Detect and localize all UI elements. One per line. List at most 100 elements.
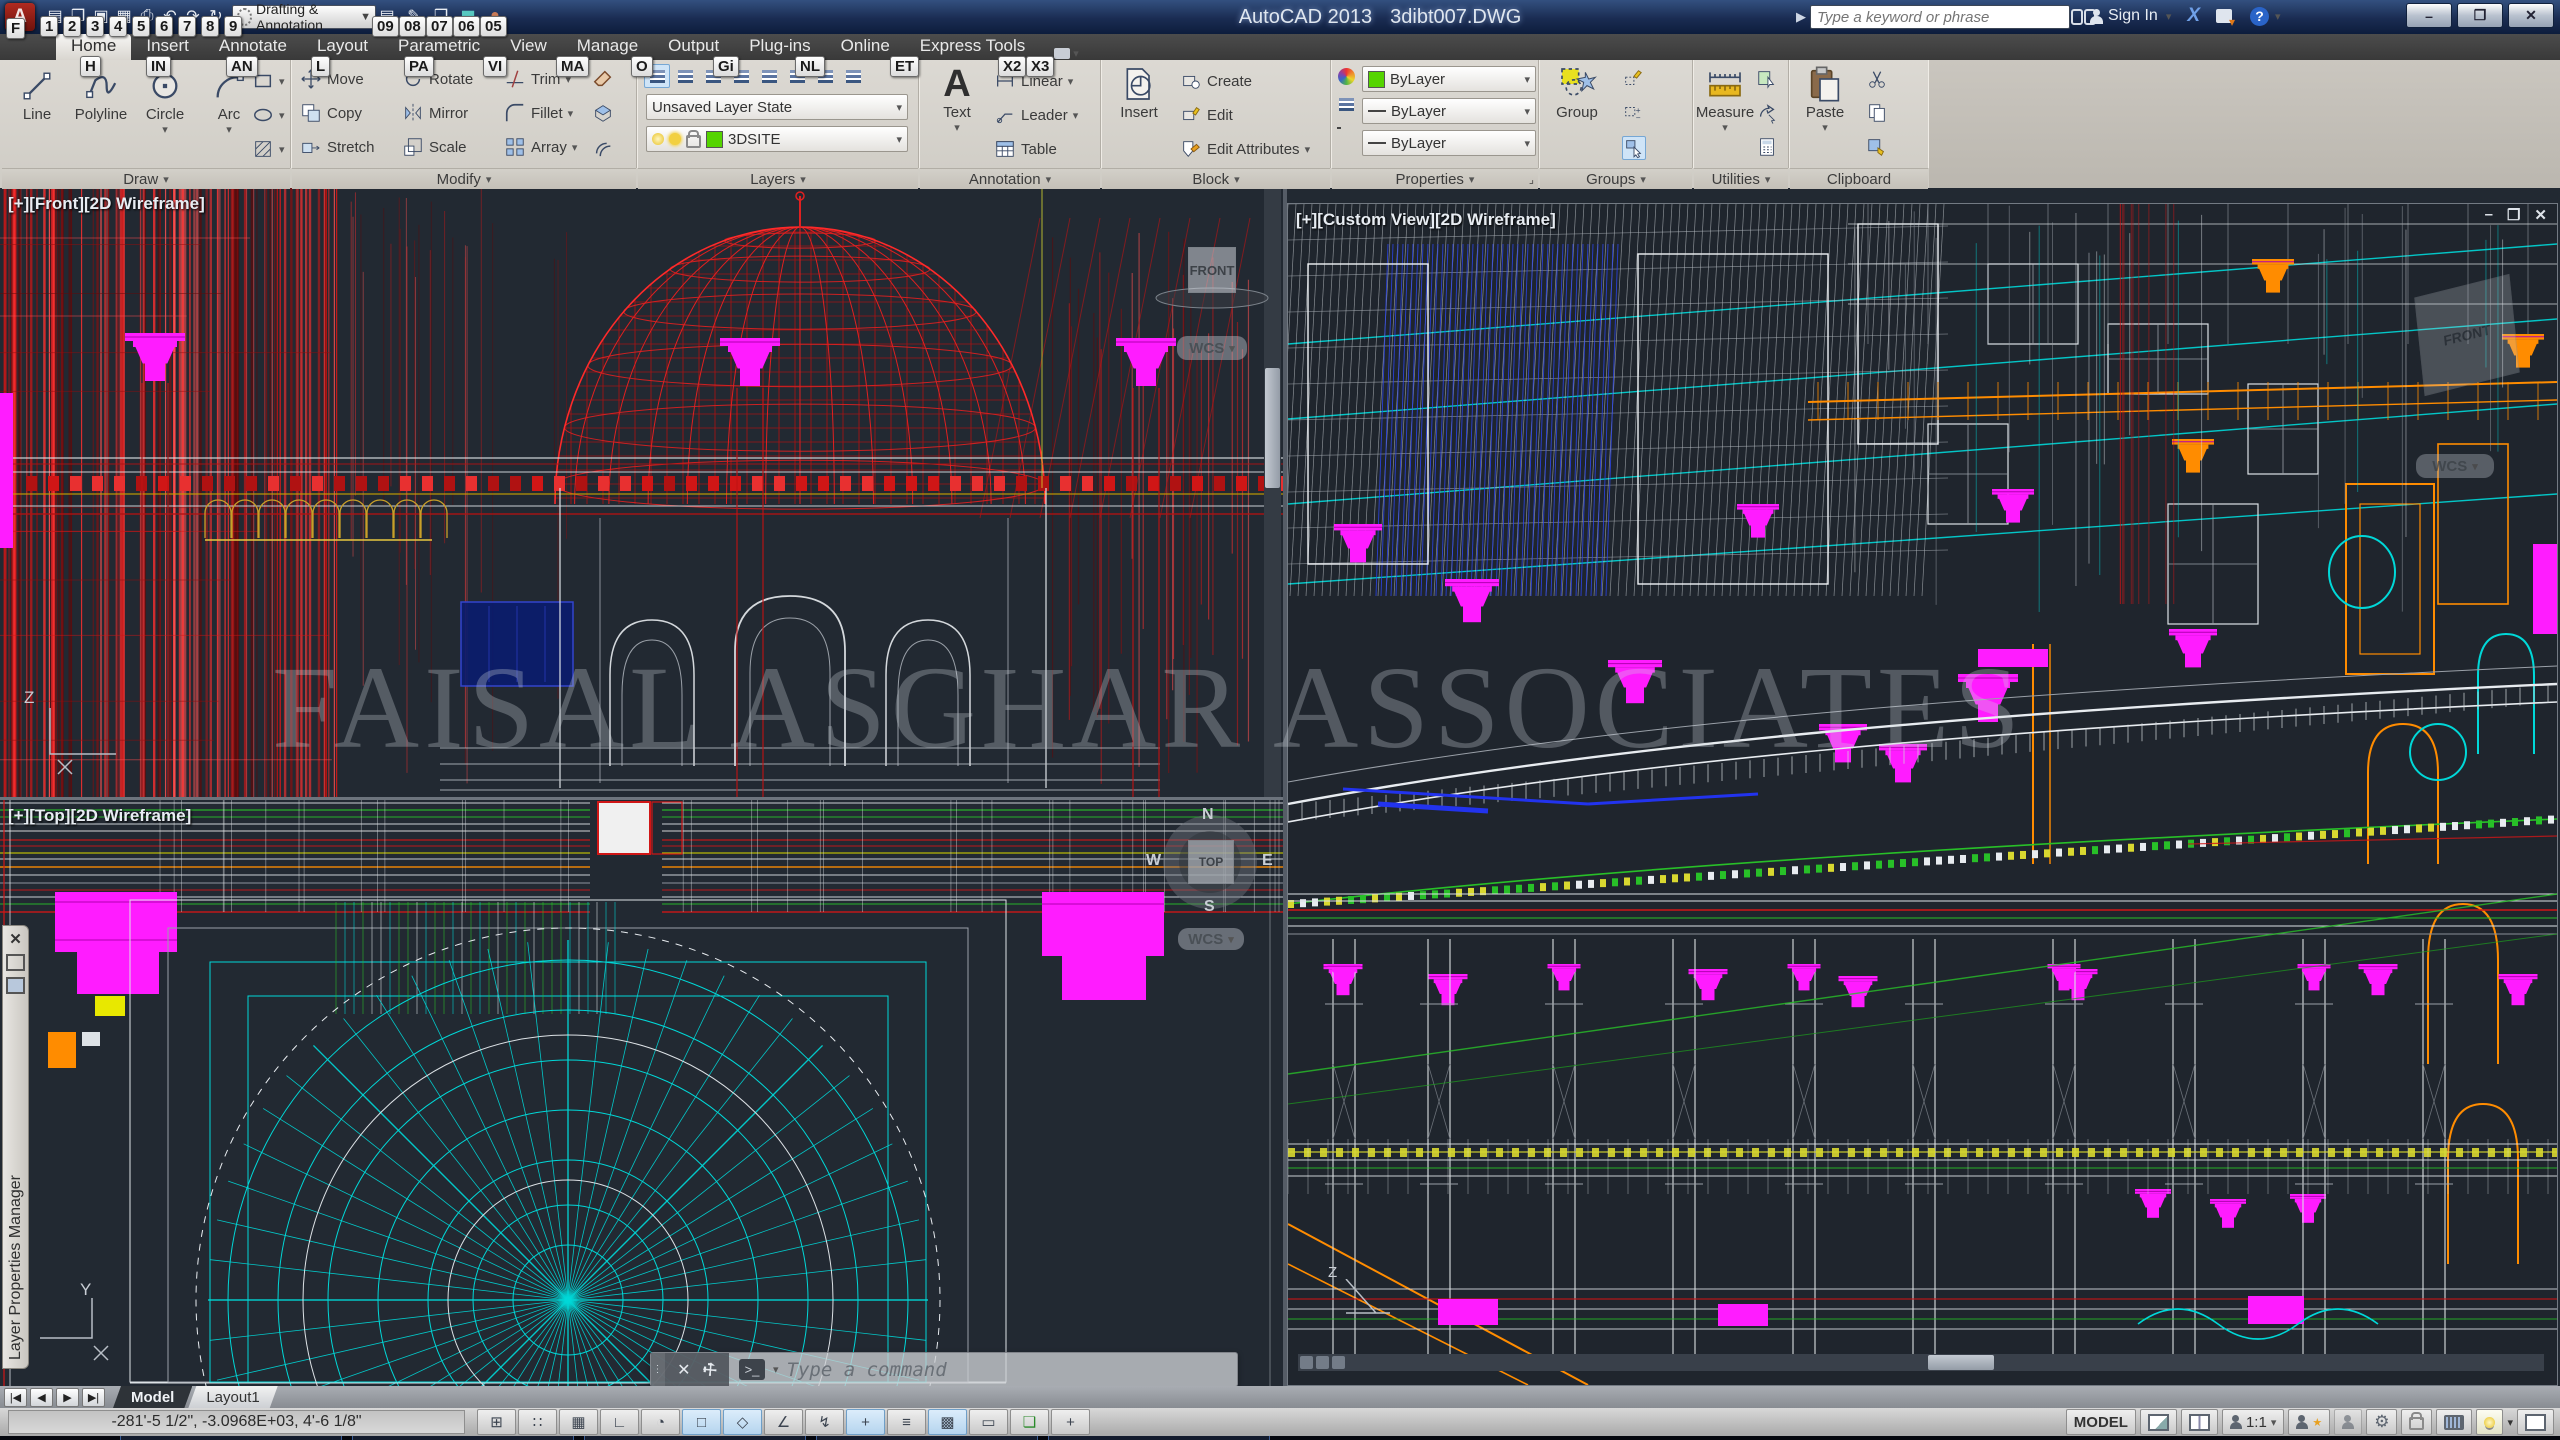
last-tab-button[interactable]: ▶| [82,1388,105,1407]
communication-center-icon[interactable] [2216,9,2232,23]
doc-minimize-button[interactable]: – [2485,206,2493,224]
chevron-down-icon[interactable]: ▾ [896,101,902,114]
lock-ui-button[interactable] [2401,1409,2432,1435]
viewcube-front[interactable]: FRONT [1188,247,1236,293]
scrollbar-thumb[interactable] [1928,1355,1994,1370]
cut-button[interactable] [1866,68,1888,90]
sign-in-area[interactable]: Sign In ▾ X ? ▾ [2090,5,2281,27]
insert-block-button[interactable]: Insert [1108,64,1170,121]
compass-n[interactable]: N [1202,806,1214,824]
viewport-front-label[interactable]: [+][Front][2D Wireframe] [8,194,205,214]
help-icon[interactable]: ? [2250,7,2269,26]
offset-button[interactable] [592,136,614,158]
viewport-splitter-horizontal[interactable] [0,797,1285,800]
auto-annotation-scale-button[interactable] [2334,1409,2362,1435]
doc-restore-button[interactable]: ❐ [2507,206,2520,224]
workspace-switching-button[interactable]: ⚙ [2366,1409,2397,1435]
minimize-button[interactable]: – [2406,3,2452,28]
toggle-show-transparency[interactable]: ▩ [928,1409,967,1435]
chevron-down-icon[interactable]: ▾ [2271,1416,2277,1429]
toggle-3d-object-snap[interactable]: ◇ [723,1409,762,1435]
layer-tool-icon-7[interactable] [840,64,866,88]
layer-thaw-icon[interactable] [669,133,681,145]
layer-tool-icon-1[interactable] [672,64,698,88]
toggle-object-snap[interactable]: □ [682,1409,721,1435]
toggle-polar-tracking[interactable]: ◔ [641,1409,680,1435]
chevron-down-icon[interactable]: ▾ [2166,10,2172,23]
palette-close-icon[interactable]: ✕ [9,930,22,948]
close-button[interactable]: ✕ [2508,3,2554,28]
chevron-down-icon[interactable]: ▾ [226,123,232,136]
coordinates-readout[interactable]: -281'-5 1/2", -3.0968E+03, 4'-6 1/8" [8,1410,465,1434]
quick-calculator-button[interactable] [1756,136,1778,158]
layer-properties-palette-tab[interactable]: ✕ Layer Properties Manager [2,925,29,1369]
exchange-apps-icon[interactable]: X [2187,5,2200,27]
chevron-down-icon[interactable]: ▾ [162,123,168,136]
toggle-dynamic-ucs[interactable]: ↯ [805,1409,844,1435]
clean-screen-button[interactable] [2517,1409,2554,1435]
chevron-down-icon[interactable]: ▾ [2275,10,2281,23]
scale-button[interactable]: Scale [402,136,467,158]
tab-layout1[interactable]: Layout1 [188,1386,277,1408]
toggle-snap-mode[interactable]: ∷ [518,1409,557,1435]
palette-autohide-icon[interactable] [6,954,25,971]
text-button[interactable]: A Text ▾ [926,64,988,134]
panel-label-groups[interactable]: Groups▾ [1540,168,1692,189]
match-properties-button[interactable] [1866,136,1888,158]
toggle-quick-properties[interactable]: ▭ [969,1409,1008,1435]
create-block-button[interactable]: Create [1180,70,1252,92]
viewport-top-label[interactable]: [+][Top][2D Wireframe] [8,806,191,826]
quick-select-button[interactable] [1756,68,1778,90]
tab-parametric[interactable]: Parametric [383,34,495,60]
layer-on-icon[interactable] [652,133,664,145]
wcs-menu-custom[interactable]: WCS▾ [2416,454,2494,478]
layer-tool-icon-4[interactable] [756,64,782,88]
tab-model[interactable]: Model [113,1386,192,1408]
compass-s[interactable]: S [1204,898,1215,916]
next-tab-button[interactable]: ▶ [56,1388,79,1407]
custom-horizontal-scrollbar[interactable] [1298,1354,2544,1371]
doc-close-button[interactable]: ✕ [2534,206,2547,224]
command-line-bar[interactable]: ⋮ ✕ ⚒ >_ ▾ Type a command [650,1352,1238,1387]
ungroup-button[interactable] [1622,68,1644,90]
status-menu-arrow[interactable]: ▾ [2507,1416,2513,1429]
layer-color-swatch[interactable] [706,131,723,148]
panel-label-utilities[interactable]: Utilities▾ [1694,168,1788,189]
wcs-menu-front[interactable]: WCS▾ [1177,336,1247,360]
command-bar-grip[interactable]: ⋮ [651,1353,665,1386]
edit-block-button[interactable]: Edit [1180,104,1233,126]
point-style-button[interactable] [1756,102,1778,124]
panel-label-annotation[interactable]: Annotation▾ [920,168,1100,189]
linetype-combo[interactable]: ByLayer▾ [1362,130,1536,156]
annotation-visibility-button[interactable]: ★ [2288,1409,2330,1435]
group-selection-toggle[interactable] [1622,136,1646,160]
line-button[interactable]: Line [6,66,68,123]
toggle-show-lineweight[interactable]: ≡ [887,1409,926,1435]
palette-properties-icon[interactable] [6,977,25,994]
stretch-button[interactable]: Stretch [300,136,375,158]
restore-button[interactable]: ❐ [2457,3,2503,28]
toggle-infer-constraints[interactable]: ⊞ [477,1409,516,1435]
viewport-splitter-vertical[interactable] [1283,188,1287,1386]
panel-label-block[interactable]: Block▾ [1102,168,1330,189]
edit-attributes-button[interactable]: Edit Attributes▾ [1180,138,1310,160]
layer-state-combo[interactable]: Unsaved Layer State▾ [646,94,908,120]
copy-clip-button[interactable] [1866,102,1888,124]
object-color-combo[interactable]: ByLayer▾ [1362,66,1536,92]
array-button[interactable]: Array▾ [504,136,577,158]
chevron-down-icon[interactable]: ▾ [896,133,902,146]
table-button[interactable]: Table [994,138,1057,160]
erase-button[interactable] [592,68,614,90]
explode-button[interactable] [592,102,614,124]
panel-label-properties[interactable]: Properties▾⌟ [1332,168,1538,189]
hardware-acceleration-button[interactable] [2436,1409,2472,1435]
fillet-button[interactable]: Fillet▾ [504,102,573,124]
front-vertical-scrollbar[interactable] [1264,188,1281,797]
tab-overflow-icon[interactable]: ▾ [1054,47,1079,60]
panel-label-layers[interactable]: Layers▾ [638,168,918,189]
command-prompt[interactable]: >_ ▾ Type a command [729,1359,1237,1381]
rollover-arrow-icon[interactable]: ▶ [1796,9,1806,25]
wcs-menu-top[interactable]: WCS▾ [1178,928,1244,950]
toggle-object-snap-tracking[interactable]: ∠ [764,1409,803,1435]
hatch-button[interactable]: ▾ [252,138,285,160]
